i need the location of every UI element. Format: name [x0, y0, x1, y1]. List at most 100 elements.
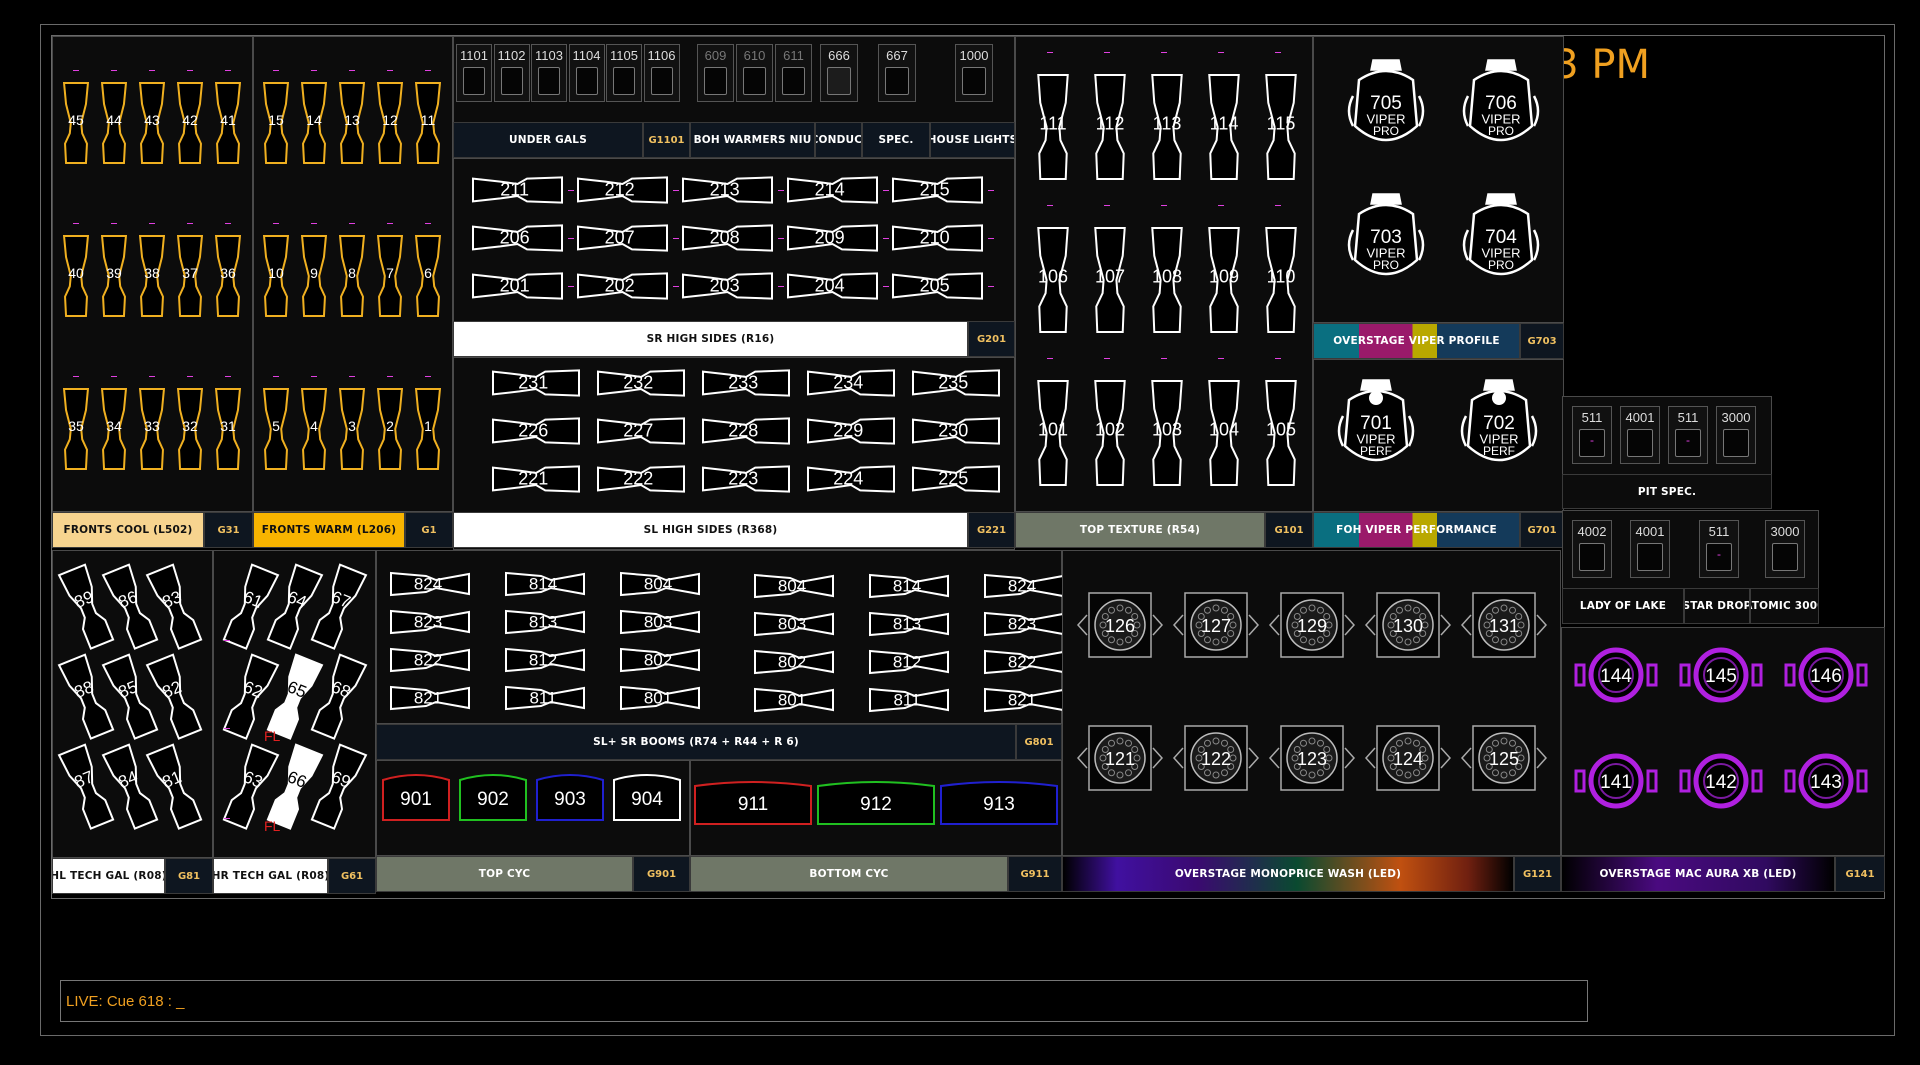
- cell-3000[interactable]: 3000: [1765, 520, 1805, 578]
- fixture-811[interactable]: 811: [867, 686, 951, 714]
- fixture-207[interactable]: 207: [575, 223, 670, 253]
- fixture-801[interactable]: 801: [752, 686, 836, 714]
- fixture-39[interactable]: 39: [101, 233, 127, 319]
- fixture-224[interactable]: 224: [805, 464, 897, 494]
- fixture-822[interactable]: 822: [388, 646, 472, 674]
- sr-high-sides-group[interactable]: G201: [968, 321, 1015, 357]
- cell-511[interactable]: 511 -: [1668, 406, 1708, 464]
- fixture-222[interactable]: 222: [595, 464, 687, 494]
- hl-tech-group[interactable]: G81: [165, 858, 213, 894]
- fixture-104[interactable]: 104: [1208, 378, 1240, 488]
- booms-group[interactable]: G801: [1016, 724, 1062, 760]
- pit-spec-label[interactable]: PIT SPEC.: [1562, 474, 1772, 509]
- fixture-42[interactable]: 42: [177, 80, 203, 166]
- fixture-12[interactable]: 12: [377, 80, 403, 166]
- fixture-802[interactable]: 802: [618, 646, 702, 674]
- house-lights-label[interactable]: HOUSE LIGHTS: [930, 122, 1015, 158]
- cell-1105[interactable]: 1105: [606, 44, 642, 102]
- fixture-110[interactable]: 110: [1265, 225, 1297, 335]
- fixture-131[interactable]: 131: [1459, 589, 1549, 661]
- fixture-5[interactable]: 5: [263, 386, 289, 472]
- fixture-9[interactable]: 9: [301, 233, 327, 319]
- fixture-234[interactable]: 234: [805, 368, 897, 398]
- fixture-113[interactable]: 113: [1151, 72, 1183, 182]
- atomic-label[interactable]: ATOMIC 3000: [1750, 588, 1819, 624]
- fixture-822[interactable]: 822: [982, 648, 1066, 676]
- fixture-902[interactable]: 902: [457, 770, 529, 826]
- fixture-215[interactable]: 215: [890, 175, 985, 205]
- fixture-229[interactable]: 229: [805, 416, 897, 446]
- fixture-105[interactable]: 105: [1265, 378, 1297, 488]
- fixture-812[interactable]: 812: [503, 646, 587, 674]
- fixture-36[interactable]: 36: [215, 233, 241, 319]
- fixture-38[interactable]: 38: [139, 233, 165, 319]
- boh-warmers-label[interactable]: BOH WARMERS NIU: [690, 122, 815, 158]
- fixture-701[interactable]: 701VIPERPERF: [1333, 376, 1419, 476]
- fixture-1[interactable]: 1: [415, 386, 441, 472]
- fixture-125[interactable]: 125: [1459, 722, 1549, 794]
- booms-label[interactable]: SL+ SR BOOMS (R74 + R44 + R 6): [376, 724, 1016, 760]
- fixture-823[interactable]: 823: [388, 608, 472, 636]
- cell-1103[interactable]: 1103: [531, 44, 567, 102]
- fixture-824[interactable]: 824: [982, 572, 1066, 600]
- fixture-911[interactable]: 911: [692, 778, 814, 826]
- fixture-2[interactable]: 2: [377, 386, 403, 472]
- fixture-4[interactable]: 4: [301, 386, 327, 472]
- fixture-146[interactable]: 146: [1780, 645, 1872, 705]
- fixture-45[interactable]: 45: [63, 80, 89, 166]
- cell-609[interactable]: 609: [697, 44, 734, 102]
- fixture-804[interactable]: 804: [752, 572, 836, 600]
- fixture-226[interactable]: 226: [490, 416, 582, 446]
- under-gals-label[interactable]: UNDER GALS: [453, 122, 643, 158]
- fixture-203[interactable]: 203: [680, 271, 775, 301]
- hr-tech-group[interactable]: G61: [328, 858, 376, 894]
- fixture-13[interactable]: 13: [339, 80, 365, 166]
- fixture-823[interactable]: 823: [982, 610, 1066, 638]
- hr-tech-label[interactable]: HR TECH GAL (R08): [213, 858, 328, 894]
- fixture-34[interactable]: 34: [101, 386, 127, 472]
- fixture-209[interactable]: 209: [785, 223, 880, 253]
- fixture-43[interactable]: 43: [139, 80, 165, 166]
- fixture-202[interactable]: 202: [575, 271, 670, 301]
- cell-666[interactable]: 666: [820, 44, 858, 102]
- fixture-212[interactable]: 212: [575, 175, 670, 205]
- fixture-821[interactable]: 821: [982, 686, 1066, 714]
- fixture-114[interactable]: 114: [1208, 72, 1240, 182]
- fixture-111[interactable]: 111: [1037, 72, 1069, 182]
- fixture-223[interactable]: 223: [700, 464, 792, 494]
- fixture-10[interactable]: 10: [263, 233, 289, 319]
- viper-profile-label[interactable]: OVERSTAGE VIPER PROFILE: [1313, 323, 1520, 359]
- fixture-703[interactable]: 703VIPERPRO: [1343, 190, 1429, 290]
- cell-511[interactable]: 511 -: [1572, 406, 1612, 464]
- fixture-3[interactable]: 3: [339, 386, 365, 472]
- fixture-41[interactable]: 41: [215, 80, 241, 166]
- bottom-cyc-label[interactable]: BOTTOM CYC: [690, 856, 1008, 892]
- fixture-129[interactable]: 129: [1267, 589, 1357, 661]
- fixture-40[interactable]: 40: [63, 233, 89, 319]
- fixture-705[interactable]: 705VIPERPRO: [1343, 56, 1429, 156]
- fixture-126[interactable]: 126: [1075, 589, 1165, 661]
- fixture-143[interactable]: 143: [1780, 751, 1872, 811]
- mac-aura-label[interactable]: OVERSTAGE MAC AURA XB (LED): [1561, 856, 1835, 892]
- fixture-702[interactable]: 702VIPERPERF: [1456, 376, 1542, 476]
- fixture-122[interactable]: 122: [1171, 722, 1261, 794]
- top-texture-label[interactable]: TOP TEXTURE (R54): [1015, 512, 1265, 548]
- cell-1106[interactable]: 1106: [643, 44, 680, 102]
- monoprice-label[interactable]: OVERSTAGE MONOPRICE WASH (LED): [1062, 856, 1514, 892]
- fixture-44[interactable]: 44: [101, 80, 127, 166]
- fixture-235[interactable]: 235: [910, 368, 1002, 398]
- cell-610[interactable]: 610: [736, 44, 773, 102]
- fronts-warm-label[interactable]: FRONTS WARM (L206): [253, 512, 405, 548]
- top-cyc-label[interactable]: TOP CYC: [376, 856, 633, 892]
- fixture-912[interactable]: 912: [815, 778, 937, 826]
- fixture-15[interactable]: 15: [263, 80, 289, 166]
- fixture-142[interactable]: 142: [1675, 751, 1767, 811]
- fixture-35[interactable]: 35: [63, 386, 89, 472]
- cell-4001[interactable]: 4001: [1630, 520, 1670, 578]
- fixture-123[interactable]: 123: [1267, 722, 1357, 794]
- fronts-warm-group[interactable]: G1: [405, 512, 453, 548]
- fixture-7[interactable]: 7: [377, 233, 403, 319]
- fixture-812[interactable]: 812: [867, 648, 951, 676]
- fixture-225[interactable]: 225: [910, 464, 1002, 494]
- fixture-14[interactable]: 14: [301, 80, 327, 166]
